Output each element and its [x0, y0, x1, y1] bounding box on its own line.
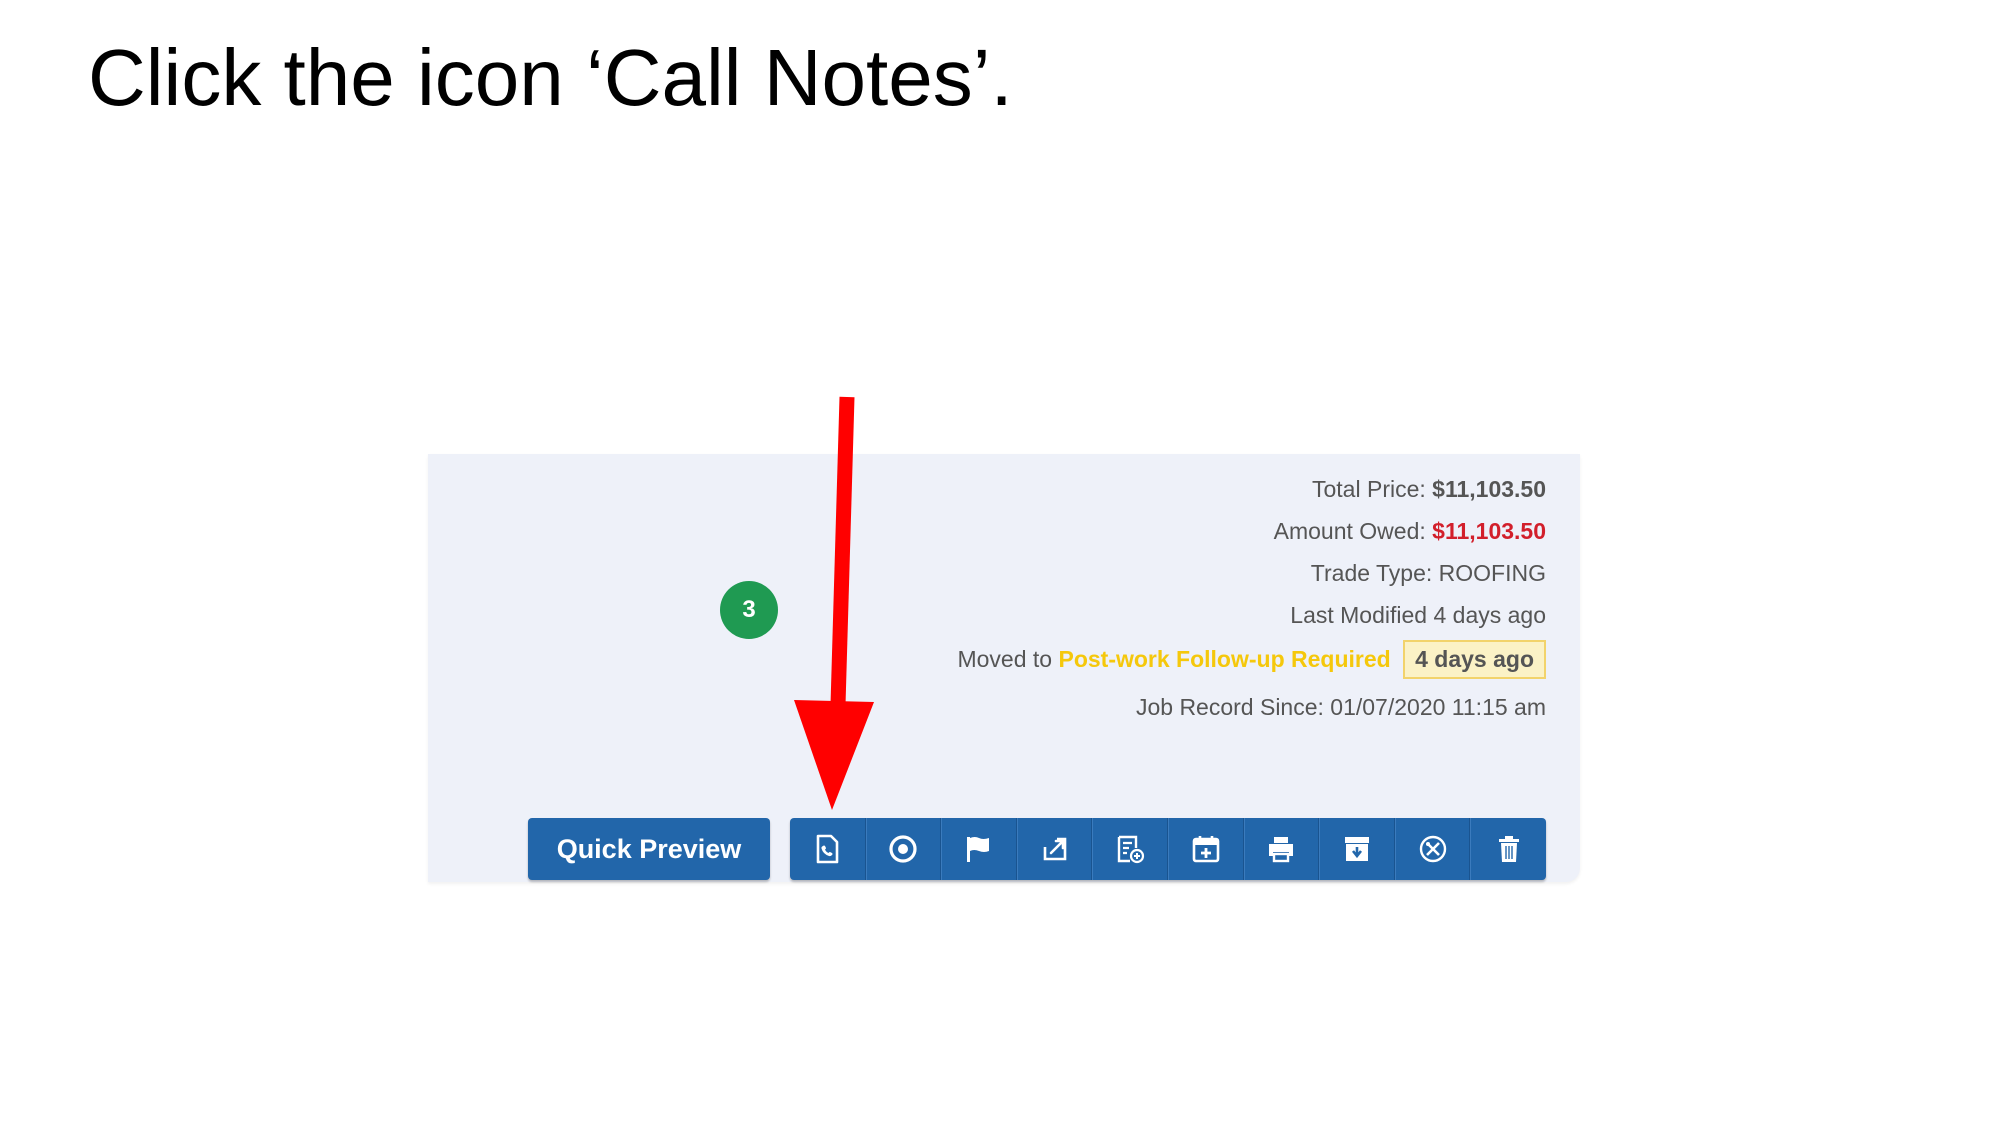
- job-action-toolbar: [790, 818, 1546, 880]
- tools-icon: [1419, 835, 1446, 863]
- add-estimate-button[interactable]: [1092, 818, 1168, 880]
- instruction-title: Click the icon ‘Call Notes’.: [88, 33, 1013, 122]
- external-link-icon: [1043, 837, 1066, 861]
- moved-to-line: Moved to Post-work Follow-up Required 4 …: [957, 640, 1546, 679]
- amount-owed-label: Amount Owed:: [1273, 518, 1426, 544]
- amount-owed-value: $11,103.50: [1432, 518, 1546, 544]
- trade-type-label: Trade Type:: [1310, 560, 1433, 586]
- flag-button[interactable]: [941, 818, 1017, 880]
- record-since-line: Job Record Since: 01/07/2020 11:15 am: [1136, 694, 1546, 721]
- print-button[interactable]: [1243, 818, 1320, 880]
- moved-to-label: Moved to: [957, 646, 1053, 672]
- delete-button[interactable]: [1470, 818, 1546, 880]
- call-notes-button[interactable]: [790, 818, 866, 880]
- total-price-line: Total Price: $11,103.50: [1312, 476, 1546, 503]
- target-button[interactable]: [865, 818, 942, 880]
- moved-to-status[interactable]: Post-work Follow-up Required: [1058, 646, 1390, 672]
- archive-button[interactable]: [1319, 818, 1395, 880]
- quick-preview-button[interactable]: Quick Preview: [528, 818, 770, 880]
- record-since-label: Job Record Since:: [1135, 694, 1324, 720]
- open-external-button[interactable]: [1016, 818, 1093, 880]
- trade-type-value: ROOFING: [1438, 560, 1546, 586]
- tools-button[interactable]: [1394, 818, 1471, 880]
- schedule-button[interactable]: [1167, 818, 1244, 880]
- last-modified-line: Last Modified 4 days ago: [1290, 602, 1546, 628]
- record-since-value: 01/07/2020 11:15 am: [1330, 694, 1546, 720]
- calendar-add-icon: [1192, 836, 1220, 863]
- amount-owed-line: Amount Owed: $11,103.50: [1274, 518, 1546, 545]
- trade-type-line: Trade Type: ROOFING: [1311, 560, 1546, 587]
- trash-icon: [1498, 836, 1519, 862]
- total-price-value: $11,103.50: [1432, 476, 1546, 502]
- notification-count-badge[interactable]: 3: [720, 581, 778, 639]
- job-card: Total Price: $11,103.50 Amount Owed: $11…: [428, 454, 1580, 882]
- moved-to-time-badge: 4 days ago: [1403, 640, 1546, 679]
- archive-icon: [1344, 837, 1369, 861]
- target-icon: [889, 835, 917, 863]
- call-notes-icon: [816, 834, 839, 864]
- red-pointer-arrow: [794, 396, 874, 810]
- flag-icon: [966, 837, 989, 862]
- add-estimate-icon: [1117, 835, 1145, 864]
- total-price-label: Total Price:: [1312, 476, 1426, 502]
- print-icon: [1269, 837, 1294, 863]
